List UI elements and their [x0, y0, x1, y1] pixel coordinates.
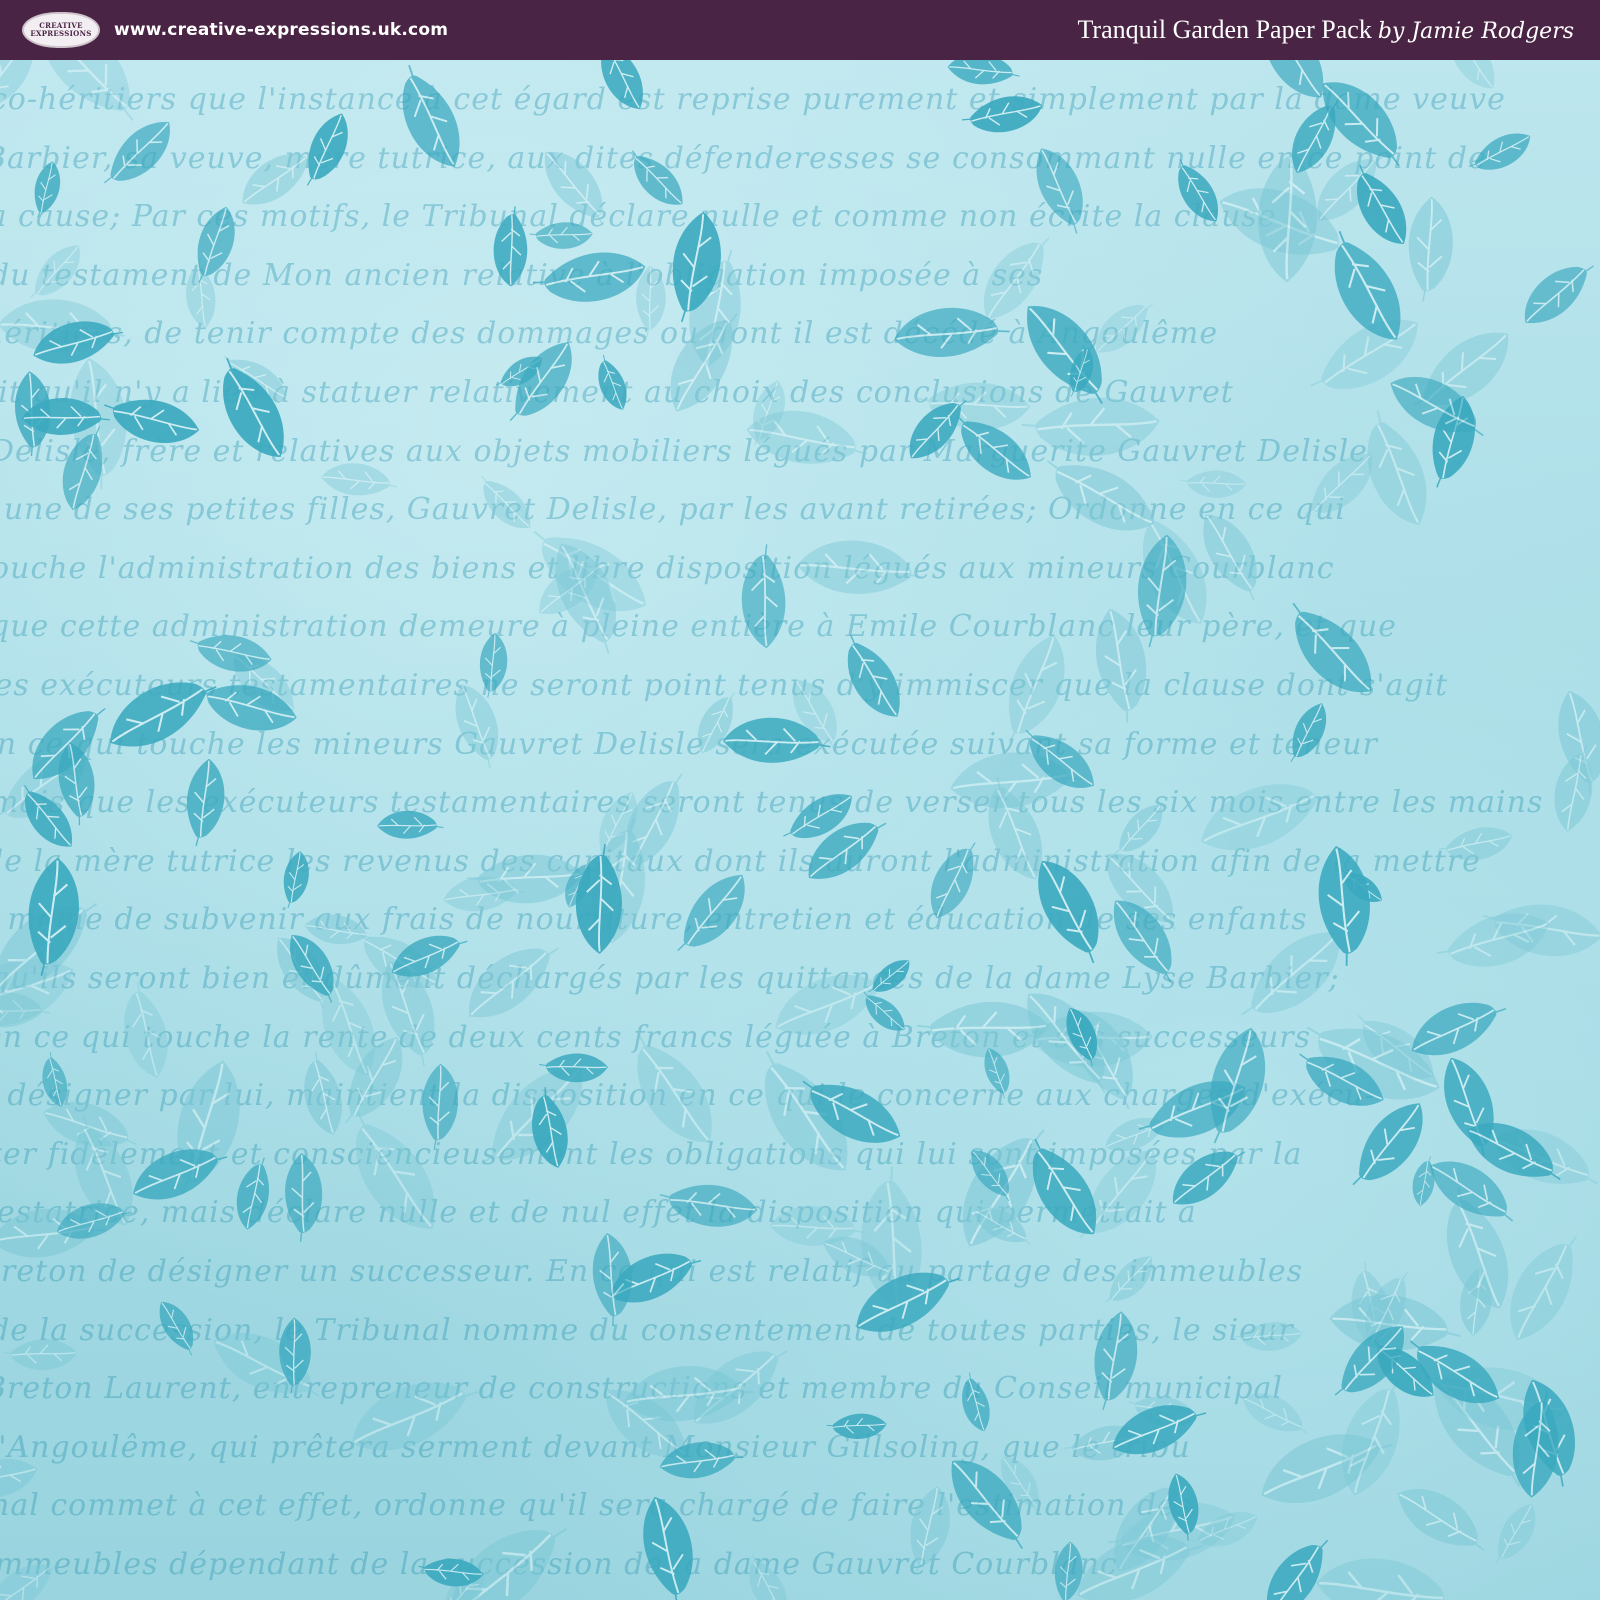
leaf-icon [1027, 306, 1103, 404]
leaf-icon [1316, 1558, 1459, 1600]
leaf-icon [741, 544, 786, 649]
title-group: Tranquil Garden Paper Pack by Jamie Rodg… [1077, 15, 1574, 45]
leaf-icon [123, 981, 168, 1078]
leaf-icon [455, 684, 499, 769]
designer-byline: by Jamie Rodgers [1377, 19, 1574, 44]
leaf-pattern [0, 60, 1600, 1600]
leaf-icon [1292, 602, 1372, 693]
leaf-icon [103, 121, 170, 184]
leaf-icon [1412, 1156, 1435, 1207]
header-bar: CREATIVE EXPRESSIONS www.creative-expres… [0, 0, 1600, 60]
leaf-icon [592, 1233, 633, 1326]
leaf-icon [532, 252, 646, 302]
leaf-icon [847, 634, 900, 717]
leaf-icon [1180, 470, 1247, 498]
leaf-icon [30, 245, 80, 299]
leaf-icon [402, 64, 460, 167]
leaf-icon [41, 60, 134, 121]
leaf-icon [1397, 1489, 1485, 1551]
leaf-icon [1178, 158, 1218, 222]
leaf-icon [1510, 1235, 1578, 1341]
leaf-icon [469, 947, 559, 1018]
leaf-icon [544, 151, 604, 226]
leaf-icon [0, 1564, 59, 1600]
leaf-icon [0, 1458, 38, 1498]
leaf-icon [961, 96, 1043, 133]
leaf-icon [481, 475, 531, 529]
leaf-icon [659, 1184, 758, 1227]
leaf-icon [493, 206, 528, 287]
leaf-icon [422, 1063, 459, 1149]
leaf-icon [1201, 784, 1330, 851]
leaf-icon [1234, 1322, 1303, 1351]
leaf-icon [1450, 60, 1495, 89]
leaf-icon [1036, 148, 1083, 234]
leaf-icon [1173, 1151, 1246, 1205]
leaf-icon [601, 60, 643, 110]
leaf-icon [947, 60, 1020, 85]
leaf-icon [749, 1553, 788, 1600]
leaf-icon [351, 1382, 479, 1451]
leaf-icon [110, 682, 217, 747]
leaf-icon [1438, 827, 1513, 861]
leaf-icon [631, 150, 683, 205]
leaf-icon [910, 1486, 950, 1574]
leaf-icon [1468, 133, 1531, 170]
leaf-icon [159, 1301, 194, 1356]
leaf-icon [677, 874, 745, 952]
leaf-icon [42, 1052, 68, 1107]
leaf-icon [3, 1339, 78, 1371]
leaf-icon [242, 154, 316, 205]
leaf-icon [285, 1153, 323, 1242]
leaf-icon [637, 1034, 712, 1143]
leaf-icon [34, 161, 61, 218]
leaf-icon [377, 810, 444, 839]
patterned-paper: co-héritiers que l'instance à cet égard … [0, 60, 1600, 1600]
leaf-icon [1524, 265, 1594, 324]
leaf-icon [826, 1413, 887, 1439]
leaf-icon [304, 1051, 343, 1135]
leaf-icon [1408, 196, 1453, 302]
leaf-icon [1096, 303, 1154, 353]
leaf-icon [479, 632, 508, 698]
brand-logo[interactable]: CREATIVE EXPRESSIONS [22, 12, 100, 48]
logo-text: CREATIVE EXPRESSIONS [30, 21, 92, 38]
leaf-icon [1021, 397, 1160, 456]
leaf-icon [321, 463, 398, 496]
leaf-icon [1495, 1503, 1536, 1564]
leaf-icon [643, 1496, 693, 1600]
leaf-icon [797, 540, 924, 594]
leaf-icon [1008, 635, 1065, 744]
leaf-icon [529, 222, 593, 249]
leaf-icon [1094, 1311, 1138, 1410]
leaf-icon [0, 60, 34, 108]
leaf-icon [598, 354, 627, 410]
leaf-icon [283, 851, 309, 909]
leaf-icon [1290, 703, 1327, 763]
website-link[interactable]: www.creative-expressions.uk.com [114, 20, 448, 40]
pack-title: Tranquil Garden Paper Pack [1077, 15, 1372, 44]
leaf-icon [213, 1333, 320, 1397]
leaf-icon [930, 842, 976, 919]
leaf-icon [187, 758, 225, 847]
leaf-icon [962, 1372, 990, 1432]
leaf-icon [236, 1157, 269, 1230]
leaf-icon [1104, 1256, 1153, 1304]
leaf-icon [1242, 1393, 1308, 1434]
leaf-icon [306, 113, 348, 186]
